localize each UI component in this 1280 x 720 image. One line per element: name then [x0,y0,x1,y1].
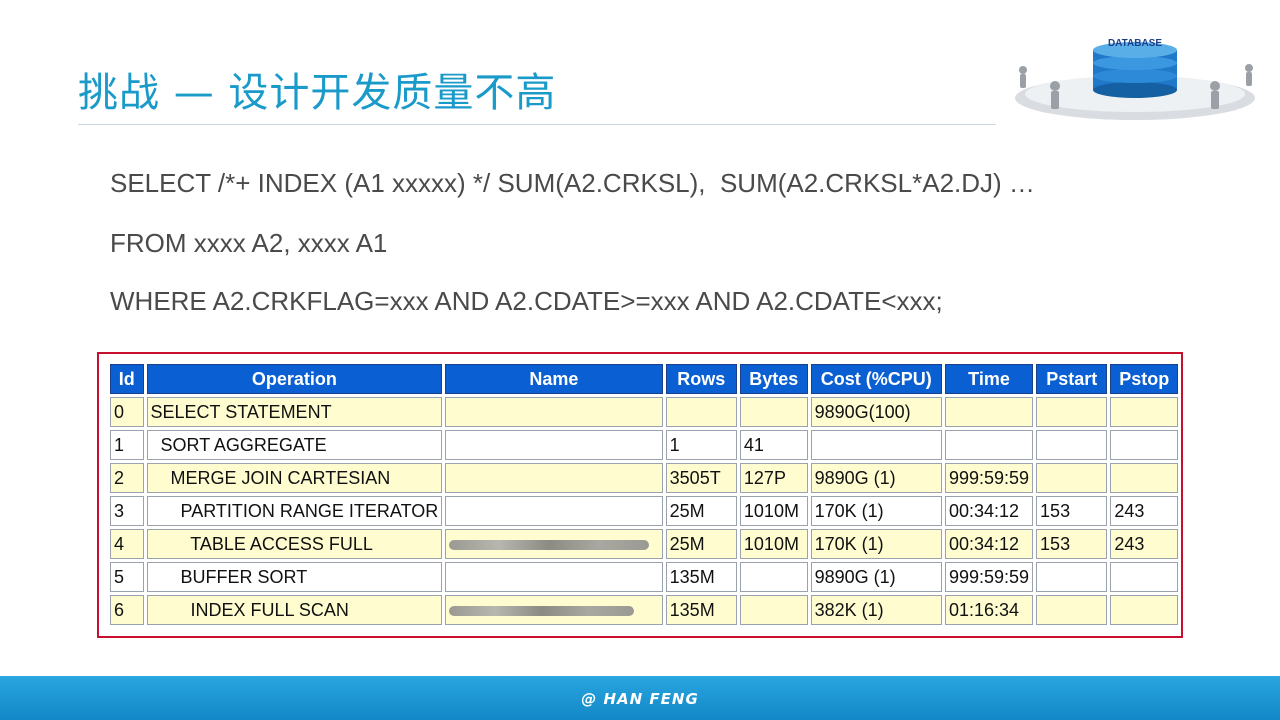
cell-time [944,430,1034,460]
sql-line-select: SELECT /*+ INDEX (A1 xxxxx) */ SUM(A2.CR… [110,168,1035,198]
header-pstart: Pstart [1036,364,1108,394]
cell-id: 4 [110,529,144,559]
plan-row: 6 INDEX FULL SCAN 135M 382K (1) 01:16:34 [110,595,1178,625]
header-cost: Cost (%CPU) [810,364,942,394]
cell-pstart [1036,397,1108,427]
cell-bytes [739,397,808,427]
plan-row: 3 PARTITION RANGE ITERATOR 25M 1010M 170… [110,496,1178,526]
cell-pstop: 243 [1110,496,1178,526]
cell-bytes: 41 [739,430,808,460]
cell-name-redacted [445,529,663,559]
cell-operation: PARTITION RANGE ITERATOR [146,496,443,526]
cell-id: 0 [110,397,144,427]
cell-rows: 25M [665,529,737,559]
cell-bytes: 1010M [739,529,808,559]
cell-cost: 9890G (1) [810,463,942,493]
plan-row: 5 BUFFER SORT 135M 9890G (1) 999:59:59 [110,562,1178,592]
cell-cost: 9890G (1) [810,562,942,592]
header-operation: Operation [146,364,443,394]
header-rows: Rows [665,364,737,394]
cell-bytes: 1010M [739,496,808,526]
cell-name [445,562,663,592]
cell-id: 2 [110,463,144,493]
execution-plan-table: Id Operation Name Rows Bytes Cost (%CPU)… [107,361,1181,628]
cell-time: 999:59:59 [944,562,1034,592]
cell-pstart: 153 [1036,529,1108,559]
slide-title: 挑战 — 设计开发质量不高 [78,70,557,116]
header-pstop: Pstop [1110,364,1178,394]
cell-time: 00:34:12 [944,529,1034,559]
cell-name-redacted [445,595,663,625]
cell-pstart [1036,595,1108,625]
cell-name [445,397,663,427]
cell-operation: SELECT STATEMENT [146,397,443,427]
cell-cost: 9890G(100) [810,397,942,427]
cell-name [445,496,663,526]
cell-pstart [1036,562,1108,592]
plan-row: 2 MERGE JOIN CARTESIAN 3505T 127P 9890G … [110,463,1178,493]
cell-id: 5 [110,562,144,592]
plan-row: 1 SORT AGGREGATE 1 41 [110,430,1178,460]
cell-bytes: 127P [739,463,808,493]
cell-pstop [1110,562,1178,592]
sql-line-from: FROM xxxx A2, xxxx A1 [110,228,388,258]
cell-time: 01:16:34 [944,595,1034,625]
cell-pstop [1110,430,1178,460]
cell-pstart: 153 [1036,496,1108,526]
cell-operation: SORT AGGREGATE [146,430,443,460]
redacted-object-name [449,605,635,616]
cell-cost [810,430,942,460]
cell-rows: 25M [665,496,737,526]
cell-name [445,430,663,460]
cell-cost: 170K (1) [810,496,942,526]
plan-row: 4 TABLE ACCESS FULL 25M 1010M 170K (1) 0… [110,529,1178,559]
execution-plan-frame: Id Operation Name Rows Bytes Cost (%CPU)… [97,352,1183,638]
cell-time: 00:34:12 [944,496,1034,526]
cell-operation: MERGE JOIN CARTESIAN [146,463,443,493]
plan-header-row: Id Operation Name Rows Bytes Cost (%CPU)… [110,364,1178,394]
database-network-icon: DATABASE [1015,38,1255,120]
cell-bytes [739,562,808,592]
cell-pstop [1110,397,1178,427]
cell-pstart [1036,430,1108,460]
header-time: Time [944,364,1034,394]
cell-id: 6 [110,595,144,625]
title-divider [78,124,996,125]
header-bytes: Bytes [739,364,808,394]
cell-pstart [1036,463,1108,493]
cell-rows: 135M [665,595,737,625]
cell-id: 3 [110,496,144,526]
footer-author: @ HAN FENG [581,690,699,708]
cell-operation: BUFFER SORT [146,562,443,592]
header-id: Id [110,364,144,394]
cell-rows: 135M [665,562,737,592]
cell-time [944,397,1034,427]
cell-pstop: 243 [1110,529,1178,559]
cell-pstop [1110,463,1178,493]
cell-rows: 1 [665,430,737,460]
footer-bar: @ HAN FENG [0,676,1280,720]
cell-id: 1 [110,430,144,460]
cell-time: 999:59:59 [944,463,1034,493]
cell-operation: TABLE ACCESS FULL [146,529,443,559]
cell-name [445,463,663,493]
plan-row: 0 SELECT STATEMENT 9890G(100) [110,397,1178,427]
cell-operation: INDEX FULL SCAN [146,595,443,625]
cell-rows [665,397,737,427]
header-name: Name [445,364,663,394]
cell-bytes [739,595,808,625]
cell-cost: 170K (1) [810,529,942,559]
cell-cost: 382K (1) [810,595,942,625]
cell-rows: 3505T [665,463,737,493]
redacted-object-name [449,539,650,550]
sql-line-where: WHERE A2.CRKFLAG=xxx AND A2.CDATE>=xxx A… [110,286,943,316]
cell-pstop [1110,595,1178,625]
logo-label: DATABASE [1108,38,1162,49]
